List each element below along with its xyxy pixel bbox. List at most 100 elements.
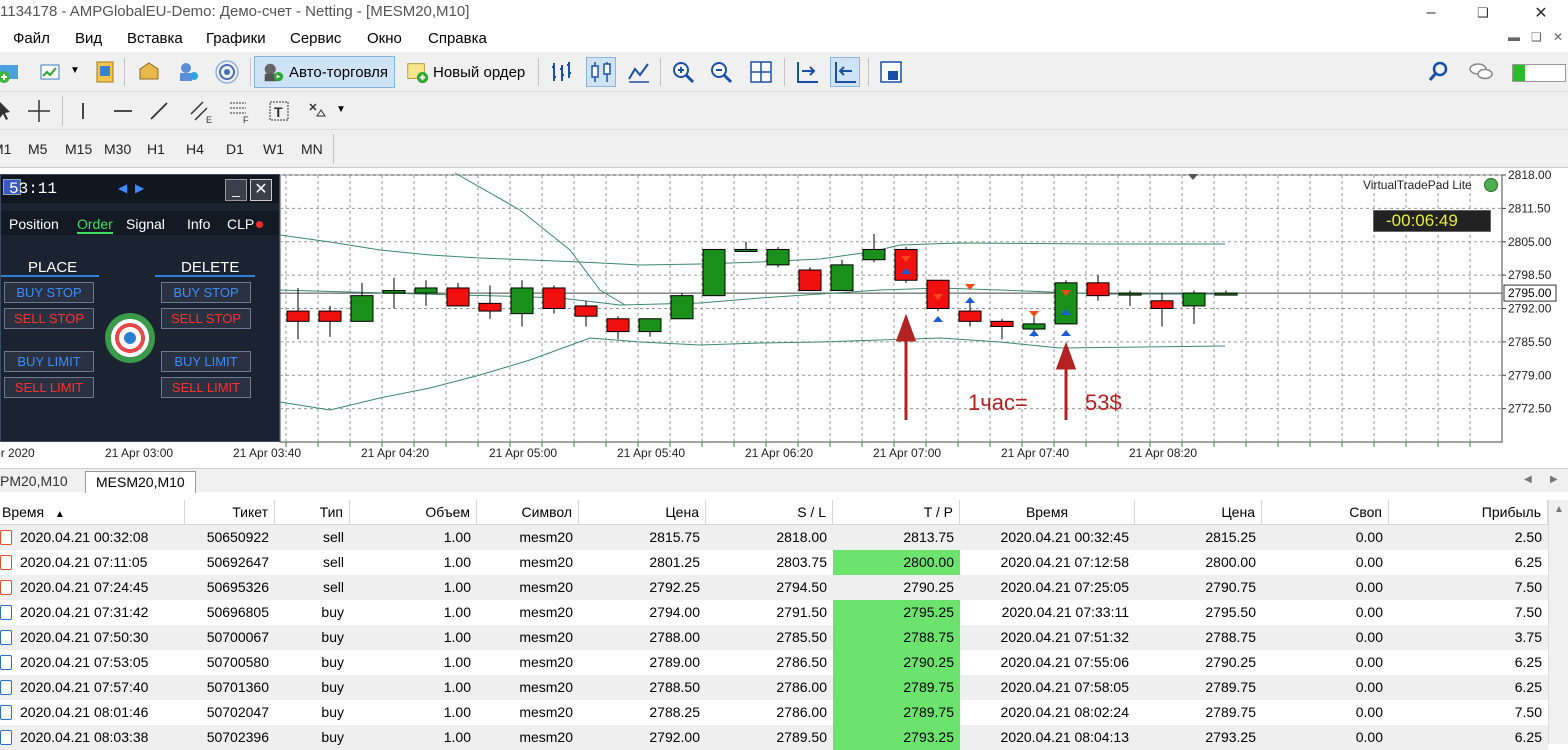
restore-button[interactable]: ❏ — [1460, 0, 1506, 26]
text-icon[interactable]: T — [264, 96, 294, 126]
column-header[interactable]: Время — [960, 500, 1135, 525]
table-row[interactable]: 2020.04.21 07:53:05 50700580 buy 1.00 mesm20… — [0, 650, 1548, 675]
menu-tools[interactable]: Сервис — [290, 30, 341, 47]
chart-shift-icon[interactable] — [792, 57, 822, 87]
timeframe-m30[interactable]: M30 — [104, 141, 131, 157]
mdi-minimize-icon[interactable]: ▬ — [1508, 30, 1520, 44]
column-header[interactable]: Тип — [275, 500, 350, 525]
tab-pm20[interactable]: PM20,M10 — [0, 471, 78, 493]
target-icon[interactable] — [105, 313, 155, 363]
delete-sell-limit-button[interactable]: SELL LIMIT — [161, 377, 251, 398]
column-header[interactable]: Тикет — [185, 500, 275, 525]
panel-close-button[interactable]: ✕ — [250, 179, 272, 201]
menu-help[interactable]: Справка — [428, 30, 487, 47]
column-header[interactable]: Цена — [1135, 500, 1262, 525]
menu-view[interactable]: Вид — [75, 30, 102, 47]
mdi-close-icon[interactable]: ✕ — [1553, 30, 1563, 44]
trendline-icon[interactable] — [144, 96, 174, 126]
minimize-button[interactable]: – — [1408, 0, 1454, 26]
panel-next-icon[interactable]: ▶ — [135, 181, 144, 195]
close-button[interactable]: ✕ — [1518, 0, 1564, 26]
dropdown-arrow-icon[interactable]: ▼ — [70, 65, 80, 76]
new-chart-icon[interactable] — [0, 57, 24, 87]
signals-icon[interactable] — [173, 57, 203, 87]
broadcast-icon[interactable] — [212, 57, 242, 87]
menu-file[interactable]: Файл — [13, 30, 50, 47]
bar-chart-icon[interactable] — [546, 57, 576, 87]
cursor-icon[interactable] — [0, 96, 20, 126]
menu-insert[interactable]: Вставка — [127, 30, 183, 47]
cell-sl: 2818.00 — [776, 529, 827, 545]
panel-tab-position[interactable]: Position — [9, 216, 59, 232]
delete-buy-limit-button[interactable]: BUY LIMIT — [161, 351, 251, 372]
zoom-out-icon[interactable] — [706, 57, 736, 87]
panel-prev-icon[interactable]: ◀ — [118, 181, 127, 195]
place-buy-stop-button[interactable]: BUY STOP — [4, 282, 94, 303]
timeframe-m15[interactable]: M15 — [65, 141, 92, 157]
timeframe-d1[interactable]: D1 — [226, 141, 244, 157]
menu-charts[interactable]: Графики — [206, 30, 266, 47]
table-row[interactable]: 2020.04.21 07:57:40 50701360 buy 1.00 mesm20… — [0, 675, 1548, 700]
profiles-icon[interactable] — [36, 57, 66, 87]
autotrading-button[interactable]: Авто-торговля — [254, 56, 396, 88]
timeframe-w1[interactable]: W1 — [263, 141, 284, 157]
tabs-scroll-right-icon[interactable]: ▶ — [1550, 474, 1558, 485]
table-row[interactable]: 2020.04.21 07:11:05 50692647 sell 1.00 mesm2… — [0, 550, 1548, 575]
panel-tab-clp[interactable]: CLP — [227, 216, 254, 232]
timeframe-m5[interactable]: M5 — [28, 141, 47, 157]
dropdown-arrow-icon[interactable]: ▼ — [336, 104, 346, 115]
search-icon[interactable] — [1424, 57, 1454, 87]
timeframe-m1[interactable]: M1 — [0, 141, 11, 157]
vertical-line-icon[interactable] — [68, 96, 98, 126]
equidistant-channel-icon[interactable]: E — [186, 96, 216, 126]
delete-sell-stop-button[interactable]: SELL STOP — [161, 308, 251, 329]
fibonacci-icon[interactable]: F — [224, 96, 254, 126]
scroll-up-icon[interactable]: ▲ — [1554, 504, 1564, 515]
table-row[interactable]: 2020.04.21 08:03:38 50702396 buy 1.00 mesm20… — [0, 725, 1548, 750]
column-header[interactable]: S / L — [706, 500, 833, 525]
shapes-icon[interactable] — [302, 96, 332, 126]
tabs-scroll-left-icon[interactable]: ◀ — [1524, 474, 1532, 485]
place-buy-limit-button[interactable]: BUY LIMIT — [4, 351, 94, 372]
panel-minimize-button[interactable]: _ — [225, 179, 247, 201]
column-header[interactable]: Объем — [350, 500, 477, 525]
table-row[interactable]: 2020.04.21 07:50:30 50700067 buy 1.00 mesm20… — [0, 625, 1548, 650]
timeframe-h4[interactable]: H4 — [186, 141, 204, 157]
column-header[interactable]: Своп — [1262, 500, 1389, 525]
column-header[interactable]: T / P — [833, 500, 960, 525]
panel-tab-signal[interactable]: Signal — [126, 216, 165, 232]
column-header[interactable]: Прибыль — [1389, 500, 1548, 525]
zoom-in-icon[interactable] — [668, 57, 698, 87]
timeframe-mn[interactable]: MN — [301, 141, 323, 157]
panel-tab-order[interactable]: Order — [77, 216, 113, 234]
market-icon[interactable] — [134, 57, 164, 87]
new-order-button[interactable]: Новый ордер — [398, 56, 532, 88]
chat-icon[interactable] — [1466, 57, 1496, 87]
column-header[interactable]: Цена — [579, 500, 706, 525]
strategy-tester-icon[interactable] — [90, 57, 120, 87]
cell-symbol: mesm20 — [519, 604, 573, 620]
autoscroll-icon[interactable] — [830, 57, 860, 87]
mdi-restore-icon[interactable]: ❏ — [1531, 30, 1542, 44]
templates-icon[interactable] — [876, 57, 906, 87]
timeframe-h1[interactable]: H1 — [147, 141, 165, 157]
table-row[interactable]: 2020.04.21 07:24:45 50695326 sell 1.00 mesm2… — [0, 575, 1548, 600]
table-row[interactable]: 2020.04.21 08:01:46 50702047 buy 1.00 mesm20… — [0, 700, 1548, 725]
menu-window[interactable]: Окно — [367, 30, 402, 47]
horizontal-line-icon[interactable] — [108, 96, 138, 126]
column-header[interactable]: Время ▲ — [0, 500, 185, 525]
tile-windows-icon[interactable] — [746, 57, 776, 87]
place-sell-limit-button[interactable]: SELL LIMIT — [4, 377, 94, 398]
delete-buy-stop-button[interactable]: BUY STOP — [161, 282, 251, 303]
table-row[interactable]: 2020.04.21 00:32:08 50650922 sell 1.00 mesm2… — [0, 525, 1548, 550]
column-header[interactable]: Символ — [477, 500, 579, 525]
crosshair-icon[interactable] — [24, 96, 54, 126]
place-sell-stop-button[interactable]: SELL STOP — [4, 308, 94, 329]
tab-mesm20[interactable]: MESM20,M10 — [85, 471, 196, 493]
cell-close-time: 2020.04.21 08:04:13 — [1000, 729, 1129, 745]
table-row[interactable]: 2020.04.21 07:31:42 50696805 buy 1.00 mesm20… — [0, 600, 1548, 625]
line-chart-icon[interactable] — [624, 57, 654, 87]
vertical-scrollbar[interactable]: ▲ — [1548, 500, 1568, 744]
candlestick-chart-icon[interactable] — [586, 57, 616, 87]
panel-tab-info[interactable]: Info — [187, 216, 210, 232]
